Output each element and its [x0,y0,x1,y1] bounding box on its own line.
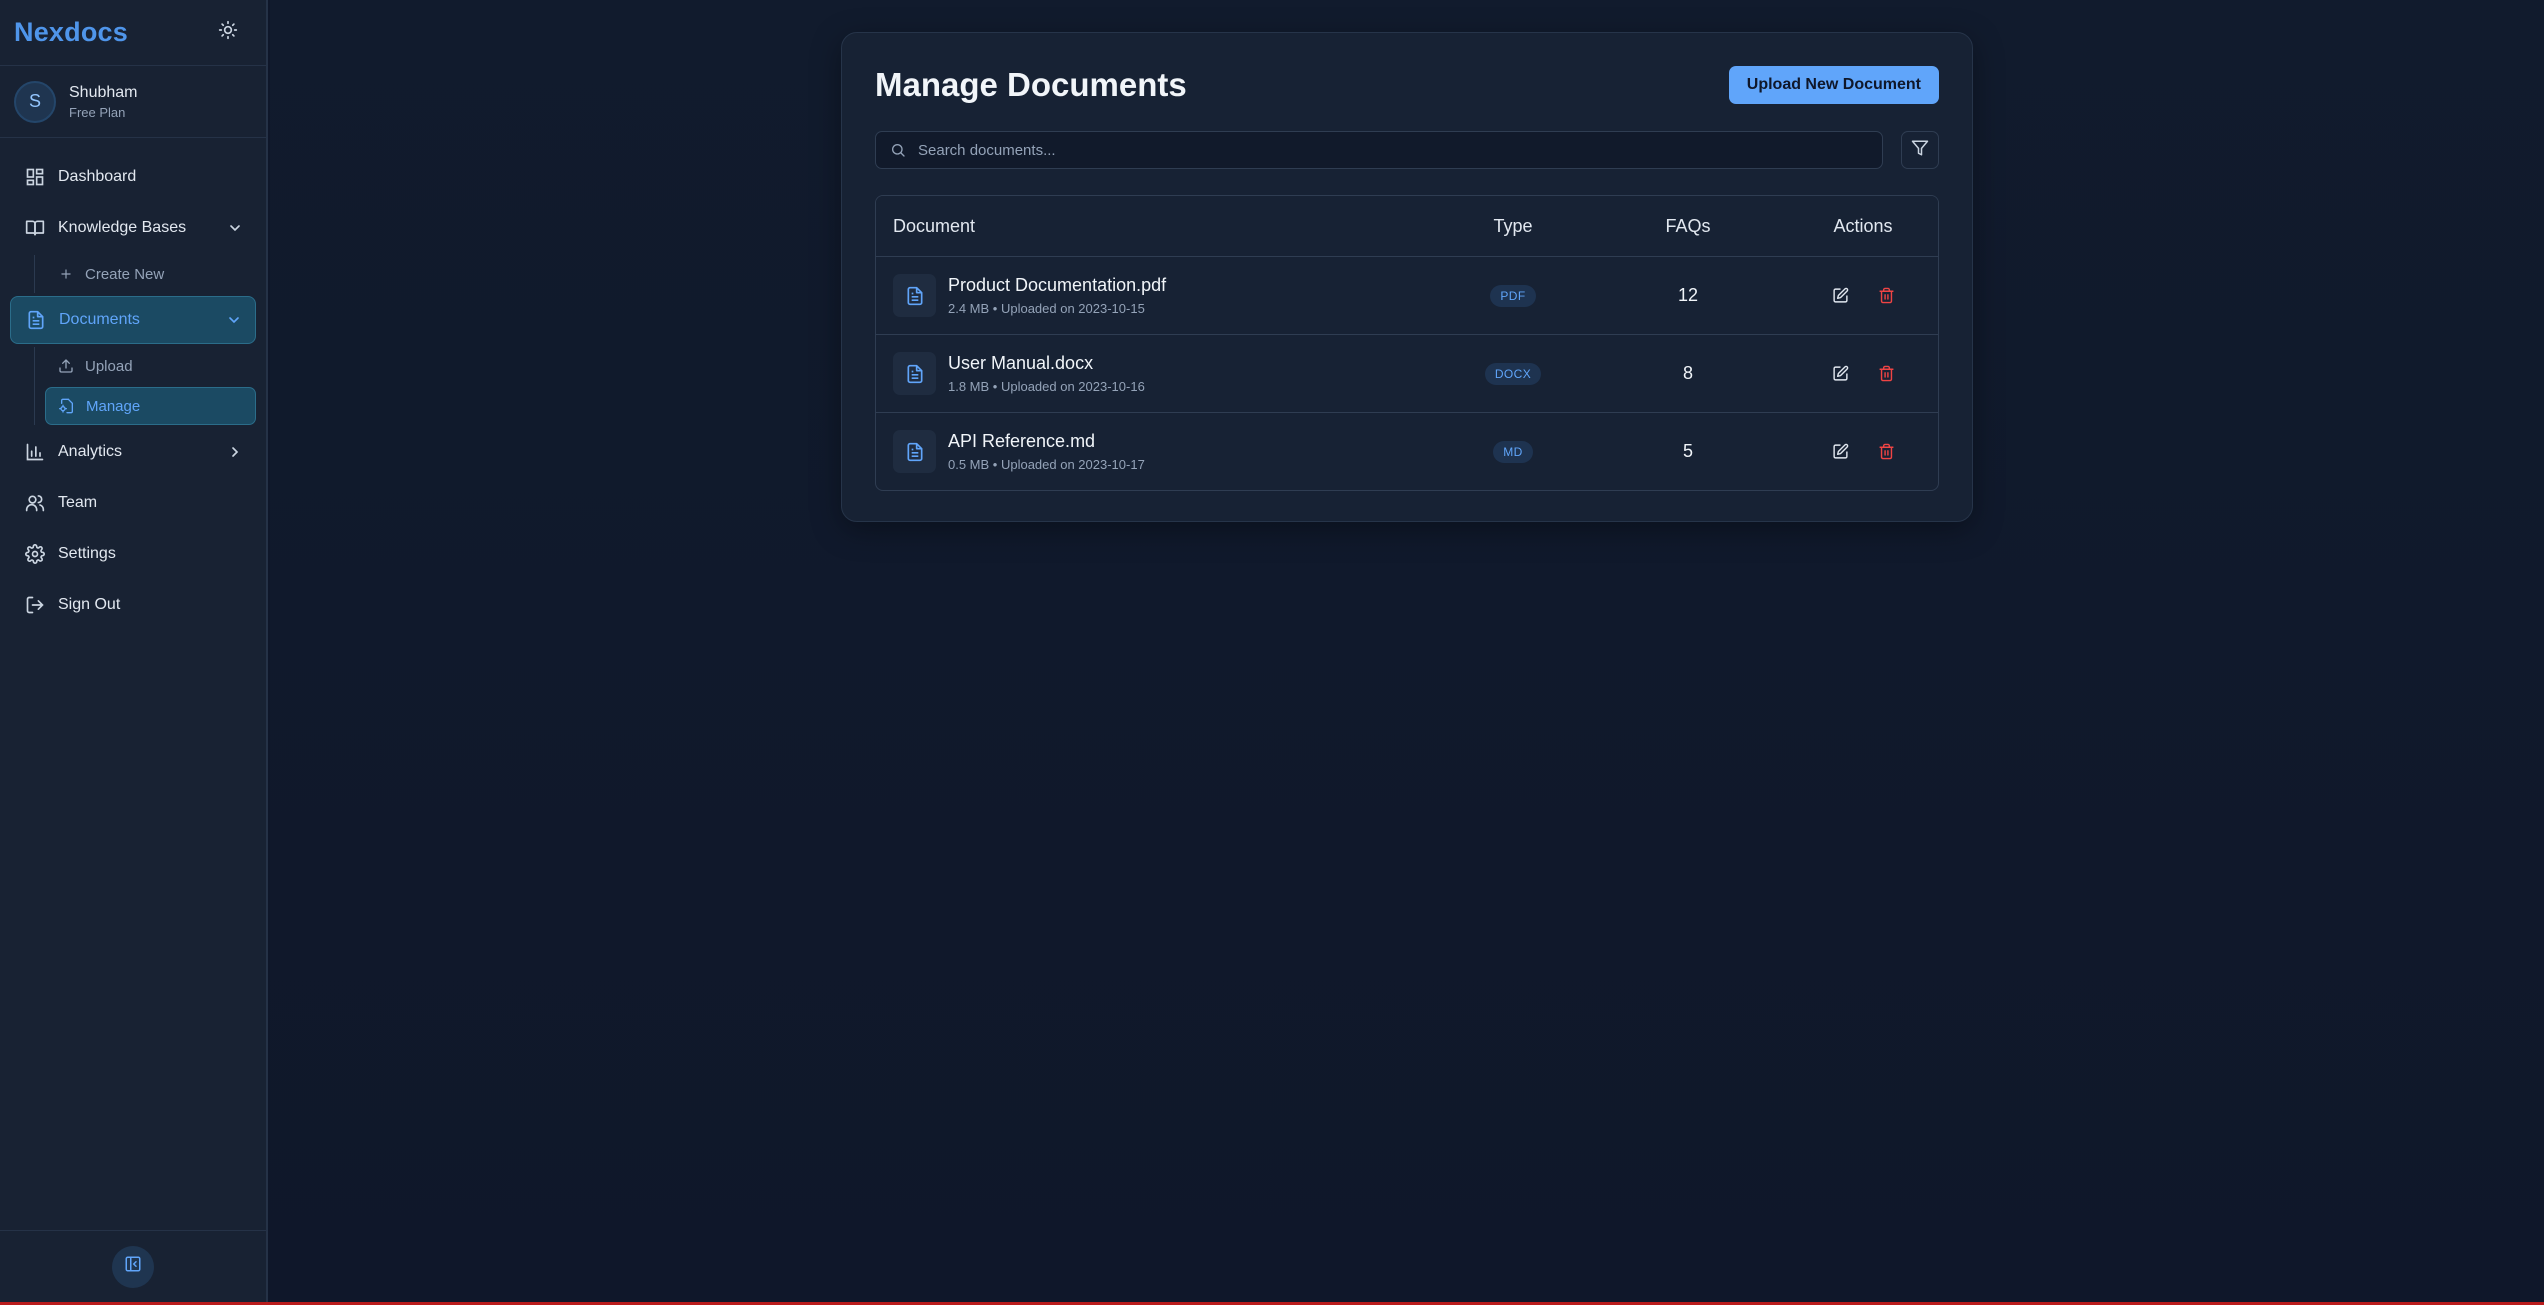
file-name[interactable]: User Manual.docx [948,353,1145,374]
upload-icon [57,357,75,375]
edit-icon[interactable] [1831,443,1849,461]
upload-new-document-button[interactable]: Upload New Document [1728,66,1939,104]
document-icon [25,309,47,331]
sidebar-footer [0,1230,266,1302]
filter-button[interactable] [1901,131,1939,169]
sidebar-item-label: Knowledge Bases [58,219,187,236]
search-box [875,131,1883,169]
search-input[interactable] [918,141,1868,159]
sidebar-nav: Dashboard Knowledge Bases Create New Doc… [0,138,266,629]
file-text-icon [893,430,936,473]
sign-out-icon [24,594,46,616]
sidebar-item-label: Documents [59,311,140,328]
table-row: API Reference.md 0.5 MB • Uploaded on 20… [876,412,1938,490]
chevron-down-icon [225,311,243,329]
chevron-right-icon [226,443,244,461]
gear-icon [24,543,46,565]
edit-icon[interactable] [1831,287,1849,305]
bar-chart-icon [24,441,46,463]
sidebar-item-dashboard[interactable]: Dashboard [10,153,256,201]
column-header-type: Type [1493,215,1533,236]
plus-icon [57,265,75,283]
sidebar-item-team[interactable]: Team [10,479,256,527]
sidebar-item-knowledge-bases[interactable]: Knowledge Bases [10,204,256,252]
sidebar-item-manage[interactable]: Manage [45,387,256,425]
type-badge: PDF [1490,284,1536,307]
sidebar-item-documents[interactable]: Documents [10,296,256,344]
sidebar-item-label: Team [58,494,98,511]
dashboard-icon [24,166,46,188]
file-name[interactable]: Product Documentation.pdf [948,275,1166,296]
chevron-down-icon [226,219,244,237]
page-title: Manage Documents [875,66,1187,103]
user-name: Shubham [69,83,138,101]
sidebar-item-label: Settings [58,545,116,562]
column-header-actions: Actions [1833,215,1893,236]
sidebar-item-sign-out[interactable]: Sign Out [10,581,256,629]
sidebar-item-label: Analytics [58,443,123,460]
file-name[interactable]: API Reference.md [948,431,1145,452]
sidebar-item-label: Manage [86,397,141,415]
sidebar: Nexdocs S Shubham Free Plan Dashboard Kn… [0,0,268,1302]
documents-card: Manage Documents Upload New Document Doc… [841,32,1973,522]
sidebar-item-label: Create New [85,265,165,283]
file-meta: 1.8 MB • Uploaded on 2023-10-16 [948,379,1145,394]
sidebar-item-label: Dashboard [58,168,137,185]
sidebar-item-create-new[interactable]: Create New [45,255,256,293]
brand-logo[interactable]: Nexdocs [14,17,128,48]
knowledge-bases-submenu: Create New [34,255,256,293]
search-icon [890,142,906,158]
file-meta: 2.4 MB • Uploaded on 2023-10-15 [948,301,1145,316]
book-icon [24,217,46,239]
trash-icon[interactable] [1877,365,1895,383]
column-header-document: Document [893,215,976,236]
table-row: Product Documentation.pdf 2.4 MB • Uploa… [876,256,1938,334]
theme-toggle-button[interactable] [214,19,242,47]
sidebar-item-analytics[interactable]: Analytics [10,428,256,476]
manage-icon [58,397,76,415]
sidebar-item-label: Sign Out [58,596,121,613]
faq-count: 8 [1682,363,1693,383]
file-text-icon [893,274,936,317]
file-meta: 0.5 MB • Uploaded on 2023-10-17 [948,457,1145,472]
user-plan: Free Plan [69,104,126,120]
sidebar-item-upload[interactable]: Upload [45,347,256,385]
documents-submenu: Upload Manage [34,347,256,425]
sun-icon [218,20,238,45]
trash-icon[interactable] [1877,443,1895,461]
panel-collapse-icon [124,1255,142,1278]
faq-count: 12 [1677,285,1699,305]
table-row: User Manual.docx 1.8 MB • Uploaded on 20… [876,334,1938,412]
type-badge: MD [1493,440,1533,463]
type-badge: DOCX [1484,362,1542,385]
table-header: Document Type FAQs Actions [876,196,1938,256]
trash-icon[interactable] [1877,287,1895,305]
sidebar-item-label: Upload [85,357,133,375]
sidebar-item-settings[interactable]: Settings [10,530,256,578]
faq-count: 5 [1682,441,1693,461]
collapse-sidebar-button[interactable] [112,1245,154,1288]
column-header-faqs: FAQs [1665,215,1711,236]
brand-row: Nexdocs [0,0,266,66]
filter-icon [1911,139,1929,162]
main-content: Manage Documents Upload New Document Doc… [270,0,2544,1302]
user-profile[interactable]: S Shubham Free Plan [0,66,266,138]
avatar: S [14,80,56,123]
file-text-icon [893,352,936,395]
users-icon [24,492,46,514]
documents-table: Document Type FAQs Actions Product Docum… [875,195,1939,491]
edit-icon[interactable] [1831,365,1849,383]
